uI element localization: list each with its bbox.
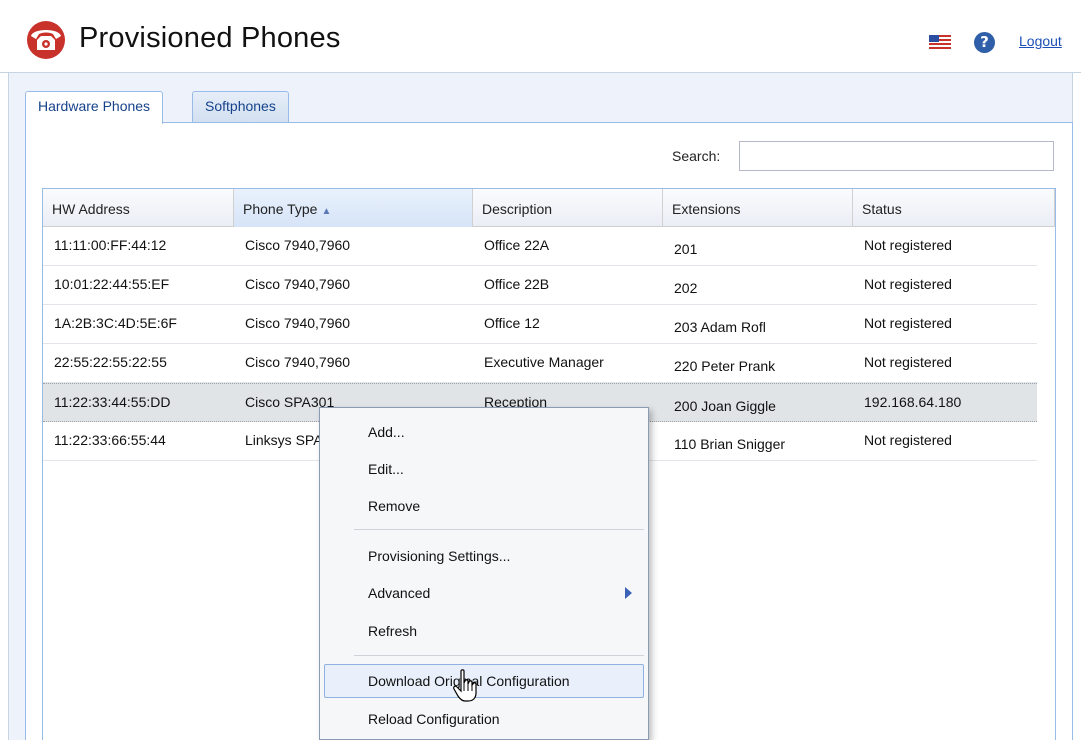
menu-item-advanced[interactable]: Advanced <box>324 576 644 610</box>
cell-hw-address: 11:22:33:66:55:44 <box>54 432 166 448</box>
cell-phone-type: Cisco 7940,7960 <box>245 315 351 331</box>
context-menu: Add... Edit... Remove Provisioning Setti… <box>319 407 649 740</box>
menu-item-edit[interactable]: Edit... <box>324 452 644 486</box>
cell-hw-address: 10:01:22:44:55:EF <box>54 276 170 292</box>
table-row[interactable]: 10:01:22:44:55:EF Cisco 7940,7960 Office… <box>43 266 1037 305</box>
cell-description: Office 12 <box>484 315 540 331</box>
menu-item-refresh[interactable]: Refresh <box>324 614 644 648</box>
menu-item-add[interactable]: Add... <box>324 415 644 449</box>
column-header-label: Status <box>862 201 902 217</box>
column-header-hw-address[interactable]: HW Address <box>43 189 234 227</box>
us-flag-icon[interactable] <box>929 35 951 49</box>
column-header-label: Extensions <box>672 201 741 217</box>
cell-extensions: 220 Peter Prank <box>674 358 776 374</box>
cell-hw-address: 1A:2B:3C:4D:5E:6F <box>54 315 177 331</box>
cell-description: Executive Manager <box>484 354 604 370</box>
submenu-arrow-icon <box>625 587 632 599</box>
menu-item-download-original-configuration[interactable]: Download Original Configuration <box>324 664 644 698</box>
cell-status: Not registered <box>864 315 952 331</box>
cell-hw-address: 11:11:00:FF:44:12 <box>54 237 167 253</box>
cell-description: Office 22A <box>484 237 550 253</box>
cell-status: 192.168.64.180 <box>864 394 962 410</box>
column-header-label: Phone Type <box>243 201 318 217</box>
tab-softphones[interactable]: Softphones <box>192 91 289 122</box>
cell-hw-address: 11:22:33:44:55:DD <box>54 394 171 410</box>
column-header-status[interactable]: Status <box>853 189 1055 227</box>
cell-extensions: 110 Brian Snigger <box>674 436 786 452</box>
sort-ascending-icon: ▲ <box>321 206 332 217</box>
search-label: Search: <box>672 148 721 164</box>
column-header-phone-type[interactable]: Phone Type ▲ <box>234 189 473 227</box>
cell-status: Not registered <box>864 237 952 253</box>
cell-phone-type: Cisco 7940,7960 <box>245 354 351 370</box>
cell-extensions: 202 <box>674 280 698 296</box>
column-header-description[interactable]: Description <box>473 189 663 227</box>
logout-link[interactable]: Logout <box>1019 33 1062 49</box>
menu-item-remove[interactable]: Remove <box>324 489 644 523</box>
cell-hw-address: 22:55:22:55:22:55 <box>54 354 167 370</box>
tab-hardware-phones[interactable]: Hardware Phones <box>25 91 164 124</box>
table-row[interactable]: 1A:2B:3C:4D:5E:6F Cisco 7940,7960 Office… <box>43 305 1037 344</box>
cell-extensions: 203 Adam Rofl <box>674 319 766 335</box>
search-input[interactable] <box>739 141 1054 171</box>
cell-extensions: 200 Joan Giggle <box>674 398 776 414</box>
column-header-label: HW Address <box>52 201 130 217</box>
cell-phone-type: Cisco 7940,7960 <box>245 237 351 253</box>
menu-item-provisioning-settings[interactable]: Provisioning Settings... <box>324 539 644 573</box>
help-icon[interactable]: ? <box>974 32 995 53</box>
phone-logo-icon <box>27 21 65 59</box>
cell-description: Office 22B <box>484 276 550 292</box>
cell-status: Not registered <box>864 354 952 370</box>
column-header-label: Description <box>482 201 553 217</box>
menu-item-reload-configuration[interactable]: Reload Configuration <box>324 702 644 736</box>
column-header-extensions[interactable]: Extensions <box>663 189 853 227</box>
menu-separator <box>354 655 644 656</box>
app-header: Provisioned Phones ? Logout <box>0 0 1081 73</box>
cell-status: Not registered <box>864 432 952 448</box>
table-row[interactable]: 11:11:00:FF:44:12 Cisco 7940,7960 Office… <box>43 227 1037 266</box>
page-title: Provisioned Phones <box>79 22 341 54</box>
menu-separator <box>354 529 644 530</box>
menu-item-label: Advanced <box>368 585 431 601</box>
grid-header: HW Address Phone Type ▲ Description Exten… <box>43 189 1055 227</box>
cell-phone-type: Cisco 7940,7960 <box>245 276 351 292</box>
cell-status: Not registered <box>864 276 952 292</box>
table-row[interactable]: 22:55:22:55:22:55 Cisco 7940,7960 Execut… <box>43 344 1037 383</box>
cell-extensions: 201 <box>674 241 698 257</box>
